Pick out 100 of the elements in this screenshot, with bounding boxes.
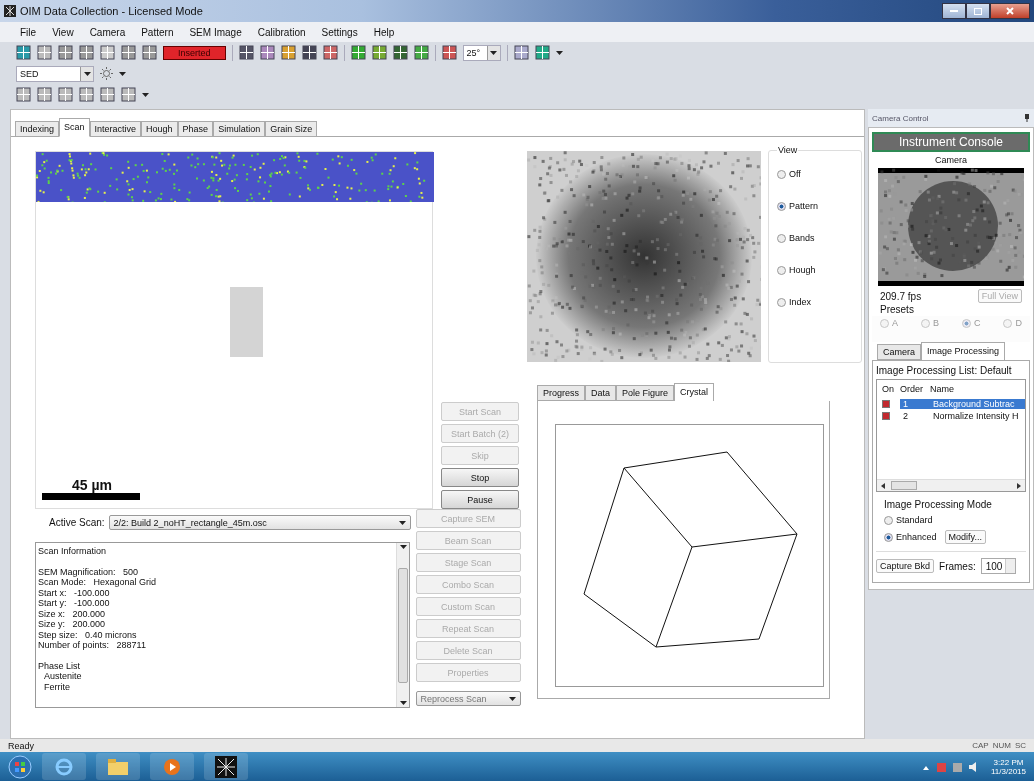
menu-item[interactable]: View	[52, 26, 74, 38]
grid-icon[interactable]	[100, 87, 115, 102]
radio-button[interactable]	[884, 515, 893, 525]
grid-icon[interactable]	[259, 45, 275, 60]
app-logo-icon	[4, 5, 16, 17]
pin-icon[interactable]	[1024, 114, 1030, 122]
radio-button[interactable]	[777, 265, 786, 275]
grid-icon[interactable]	[58, 45, 73, 60]
column-header: Order	[900, 384, 924, 394]
sun-icon[interactable]	[100, 67, 113, 80]
start-orb-icon[interactable]	[8, 754, 32, 779]
tab[interactable]: Hough	[141, 121, 178, 136]
instrument-console-button[interactable]: Instrument Console	[872, 132, 1030, 152]
folder-taskbar-button[interactable]	[96, 753, 140, 780]
menu-item[interactable]: SEM Image	[189, 26, 242, 38]
angle-dropdown[interactable]: 25°	[462, 44, 501, 61]
grid-icon[interactable]	[121, 87, 136, 102]
radio-label: Pattern	[789, 201, 819, 211]
caret-icon	[119, 71, 126, 76]
menu-item[interactable]: Camera	[89, 26, 126, 38]
tab[interactable]: Camera	[877, 344, 921, 360]
column-header: Name	[930, 384, 955, 394]
scrollbar[interactable]	[877, 479, 1025, 491]
scroll-right-icon[interactable]	[1017, 482, 1021, 489]
tab[interactable]: Progress	[537, 385, 585, 401]
radio-button[interactable]	[777, 169, 786, 179]
tab[interactable]: Data	[585, 385, 617, 401]
radio-button[interactable]	[777, 201, 786, 211]
checkbox[interactable]	[882, 412, 890, 420]
play-icon	[163, 757, 181, 776]
tab[interactable]: Crystal	[674, 383, 715, 401]
tab[interactable]: Interactive	[89, 121, 142, 136]
menu-item[interactable]: Settings	[321, 26, 358, 38]
maximize-button[interactable]	[966, 3, 990, 19]
capture-background-button[interactable]: Capture Bkd	[876, 559, 935, 573]
grid-icon[interactable]	[238, 45, 254, 60]
radio-label: Standard	[896, 515, 933, 525]
phase-item: Austenite	[43, 671, 83, 682]
scrollbar[interactable]	[396, 543, 409, 707]
info-line: Size y: 200.000	[38, 619, 107, 630]
grid-icon[interactable]	[413, 45, 429, 60]
grid-icon[interactable]	[37, 87, 52, 102]
phase-item: Ferrite	[43, 681, 71, 692]
tab[interactable]: Phase	[177, 121, 214, 136]
tab[interactable]: Indexing	[15, 121, 60, 136]
tab[interactable]: Pole Figure	[616, 385, 675, 401]
menu-item[interactable]: File	[20, 26, 37, 38]
tab[interactable]: Grain Size	[265, 121, 318, 136]
radio-label: D	[1015, 318, 1022, 328]
radio-button[interactable]	[777, 233, 786, 243]
minimize-icon	[950, 9, 958, 13]
frames-spinner[interactable]: 100	[980, 558, 1017, 574]
menu-item[interactable]: Help	[373, 26, 395, 38]
active-scan-dropdown[interactable]: 2/2: Build 2_noHT_rectangle_45m.osc	[108, 515, 411, 530]
close-icon	[1006, 7, 1014, 15]
close-button[interactable]	[990, 3, 1030, 19]
fps-reading: 209.7 fps	[880, 290, 922, 302]
modify-button[interactable]: Modify...	[944, 530, 986, 544]
grid-icon[interactable]	[58, 87, 73, 102]
media-taskbar-button[interactable]	[150, 753, 194, 780]
list-cell[interactable]: Normalize Intensity H	[930, 411, 1025, 421]
checkbox[interactable]	[882, 400, 890, 408]
grid-icon[interactable]	[16, 87, 31, 102]
list-cell[interactable]: Background Subtrac	[930, 399, 1025, 409]
tab[interactable]: Image Processing	[921, 342, 1006, 360]
grid-icon[interactable]	[142, 45, 157, 60]
frames-label: Frames:	[939, 560, 976, 572]
app-logo-icon	[215, 755, 237, 778]
list-cell[interactable]: 2	[900, 411, 930, 421]
detector-dropdown[interactable]: SED	[16, 65, 94, 82]
grid-icon[interactable]	[121, 45, 136, 60]
caret-icon	[490, 50, 498, 55]
caret-icon	[555, 50, 563, 55]
scan-button[interactable]: Pause	[441, 490, 519, 509]
radio-label: Enhanced	[896, 532, 937, 542]
scroll-thumb[interactable]	[398, 567, 408, 683]
caret-icon	[508, 696, 516, 701]
app-taskbar-button[interactable]	[204, 753, 248, 780]
tab[interactable]: Scan	[59, 118, 90, 137]
radio-button[interactable]	[884, 532, 893, 542]
browser-taskbar-button[interactable]	[42, 753, 86, 780]
reprocess-dropdown[interactable]: Reprocess Scan	[415, 691, 521, 706]
grid-icon[interactable]	[350, 45, 366, 60]
grid-icon[interactable]	[79, 45, 94, 60]
minimize-button[interactable]	[942, 3, 966, 19]
info-line: Start x: -100.000	[38, 587, 111, 598]
scan-button[interactable]: Stop	[441, 468, 519, 487]
radio-button[interactable]	[777, 297, 786, 307]
menu-item[interactable]: Calibration	[257, 26, 306, 38]
scroll-left-icon[interactable]	[881, 482, 885, 489]
list-cell[interactable]: 1	[900, 399, 930, 409]
scroll-thumb[interactable]	[891, 481, 917, 490]
info-heading: Phase List	[38, 660, 82, 671]
active-scan-label: Active Scan:	[49, 517, 105, 528]
grid-icon[interactable]	[322, 45, 338, 60]
tab[interactable]: Simulation	[213, 121, 266, 136]
menu-item[interactable]: Pattern	[141, 26, 174, 38]
info-heading: Scan Information	[38, 546, 108, 557]
grid-icon[interactable]	[79, 87, 94, 102]
caret-icon	[83, 71, 91, 76]
